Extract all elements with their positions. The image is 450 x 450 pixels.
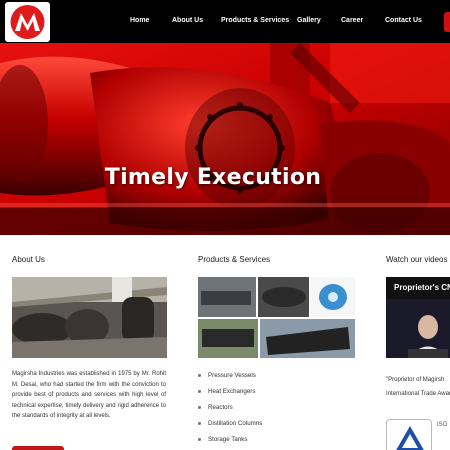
- nav-home[interactable]: Home: [130, 17, 149, 24]
- header-action-button[interactable]: [444, 12, 450, 32]
- product-link-distillation-columns[interactable]: Distillation Columns: [198, 416, 358, 432]
- product-link-pressure-vessels[interactable]: Pressure Vessels: [198, 368, 358, 384]
- nav-contact-us[interactable]: Contact Us: [385, 17, 422, 24]
- nav-about-us[interactable]: About Us: [172, 17, 203, 24]
- hero-slider: Timely Execution: [0, 43, 450, 235]
- tuv-certification-badge: [386, 419, 432, 450]
- page: Home About Us Products & Services Galler…: [0, 0, 450, 450]
- main-nav: Home About Us Products & Services Galler…: [0, 0, 450, 43]
- hero-machinery-image: [0, 43, 450, 235]
- video-speaker-image: [386, 299, 450, 358]
- products-collage-image: [198, 277, 355, 358]
- video-caption-line-1: "Proprietor of Magirsh: [386, 377, 445, 383]
- about-read-more-button[interactable]: [12, 446, 64, 450]
- video-caption-line-2: International Trade Award: [386, 391, 450, 397]
- product-link-reactors[interactable]: Reactors: [198, 400, 358, 416]
- iso-label: ISO: [437, 422, 448, 428]
- about-factory-image: [12, 277, 167, 358]
- video-caption: "Proprietor of Magirsh International Tra…: [386, 375, 450, 400]
- header-bar: Home About Us Products & Services Galler…: [0, 0, 450, 43]
- nav-gallery[interactable]: Gallery: [297, 17, 321, 24]
- videos-heading: Watch our videos: [386, 255, 448, 264]
- video-thumbnail[interactable]: Proprietor's CN: [386, 277, 450, 358]
- about-heading: About Us: [12, 255, 45, 264]
- nav-career[interactable]: Career: [341, 17, 363, 24]
- tuv-logo-icon: [396, 426, 424, 450]
- product-link-heat-exchangers[interactable]: Heat Exchangers: [198, 384, 358, 400]
- hero-title: Timely Execution: [104, 165, 322, 190]
- about-text: Magirsha Industries was established in 1…: [12, 371, 166, 420]
- products-list: Pressure Vessels Heat Exchangers Reactor…: [198, 368, 358, 448]
- nav-products-services[interactable]: Products & Services: [221, 17, 289, 24]
- products-heading: Products & Services: [198, 255, 271, 264]
- product-link-storage-tanks[interactable]: Storage Tanks: [198, 432, 358, 448]
